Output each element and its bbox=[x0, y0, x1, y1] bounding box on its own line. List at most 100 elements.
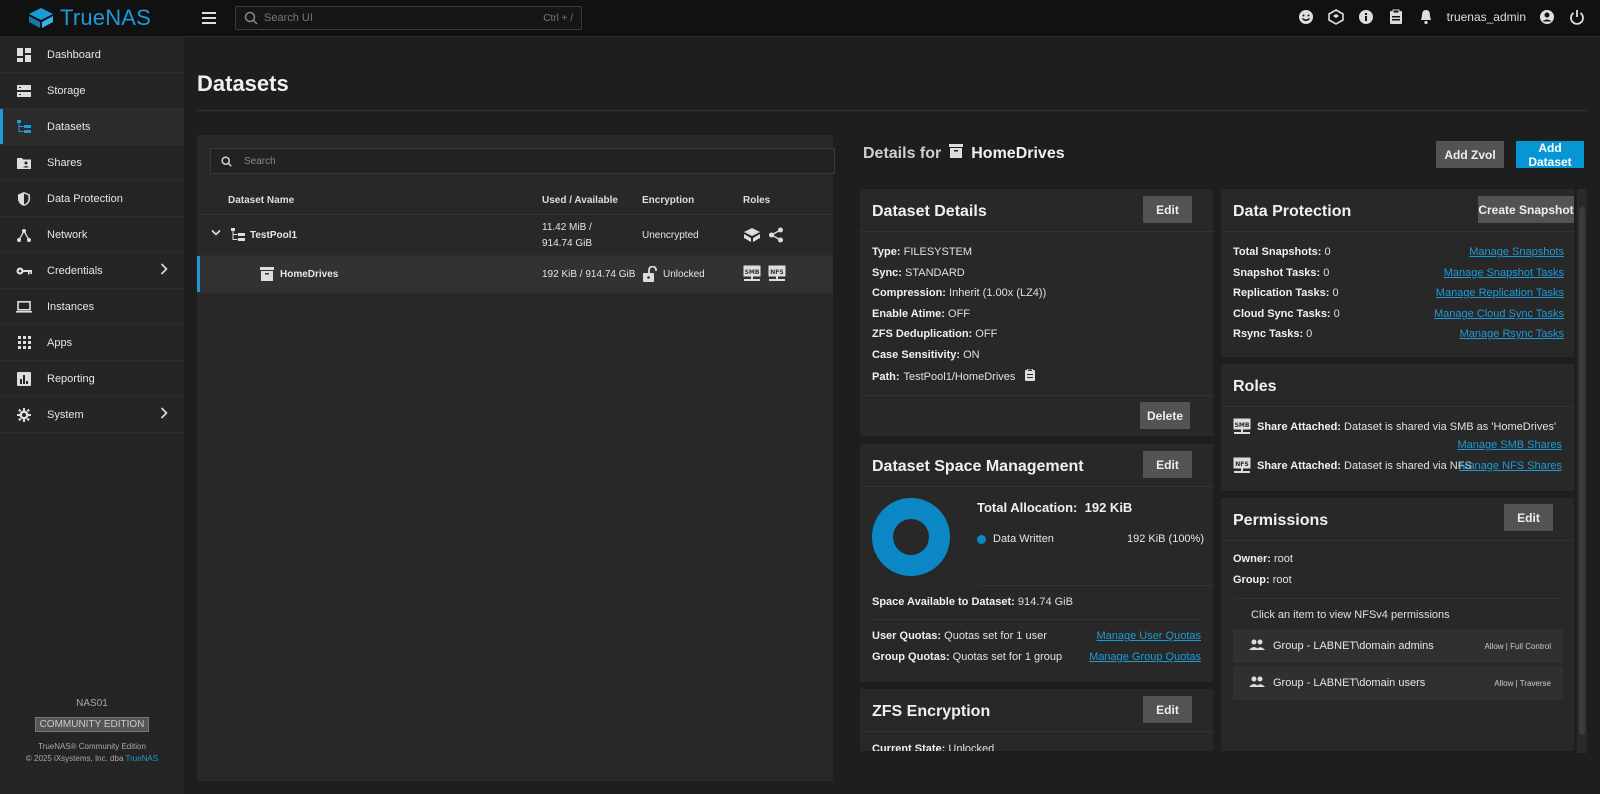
manage-snapshots-link[interactable]: Manage Snapshots bbox=[1469, 246, 1564, 258]
username-label[interactable]: truenas_admin bbox=[1447, 10, 1526, 24]
copy-icon[interactable] bbox=[1025, 368, 1036, 384]
field-label: Case Sensitivity: bbox=[872, 349, 961, 361]
field-label: ZFS Deduplication: bbox=[872, 328, 973, 340]
total-snapshots: Total Snapshots: 0 bbox=[1233, 246, 1331, 258]
divider bbox=[860, 395, 1213, 396]
manage-cloud-sync-tasks-link[interactable]: Manage Cloud Sync Tasks bbox=[1434, 308, 1564, 320]
field-label: Share Attached: bbox=[1257, 460, 1341, 472]
jobs-icon[interactable] bbox=[1387, 8, 1405, 26]
global-search-input[interactable]: Search UI Ctrl + / bbox=[235, 6, 582, 30]
truenas-link[interactable]: TrueNAS bbox=[125, 754, 158, 763]
feedback-icon[interactable] bbox=[1297, 8, 1315, 26]
unlocked-icon bbox=[643, 265, 657, 285]
field-value: Unlocked bbox=[948, 743, 995, 751]
account-icon[interactable] bbox=[1538, 8, 1556, 26]
details-scrollbar[interactable] bbox=[1577, 189, 1587, 753]
truenas-logo[interactable]: TrueNAS bbox=[28, 5, 152, 30]
field-label: Cloud Sync Tasks: bbox=[1233, 308, 1331, 320]
sidebar-item-instances[interactable]: Instances bbox=[0, 289, 184, 325]
chevron-right-icon bbox=[160, 407, 168, 422]
divider bbox=[1221, 406, 1574, 407]
card-title: Dataset Details bbox=[872, 203, 987, 220]
edit-button[interactable]: Edit bbox=[1143, 696, 1192, 723]
logo-text: TrueNAS bbox=[60, 5, 152, 30]
sidebar-item-datasets[interactable]: Datasets bbox=[0, 109, 184, 145]
sidebar-item-label: Apps bbox=[47, 336, 73, 349]
manage-snapshot-tasks-link[interactable]: Manage Snapshot Tasks bbox=[1444, 267, 1564, 279]
dedup-field: ZFS Deduplication: OFF bbox=[872, 328, 997, 340]
dataset-name: HomeDrives bbox=[280, 269, 339, 280]
add-zvol-button[interactable]: Add Zvol bbox=[1436, 141, 1504, 168]
sidebar-item-network[interactable]: Network bbox=[0, 217, 184, 253]
field-value: 0 bbox=[1306, 328, 1313, 340]
field-value: 0 bbox=[1323, 267, 1330, 279]
column-header[interactable]: Dataset Name bbox=[228, 195, 294, 206]
field-value: Dataset is shared via NFS bbox=[1344, 460, 1472, 472]
sidebar-item-data-protection[interactable]: Data Protection bbox=[0, 181, 184, 217]
scrollbar-thumb[interactable] bbox=[1579, 207, 1585, 735]
help-icon[interactable] bbox=[1357, 8, 1375, 26]
create-snapshot-button[interactable]: Create Snapshot bbox=[1478, 196, 1574, 223]
apps-grid-icon bbox=[16, 335, 32, 351]
column-header[interactable]: Used / Available bbox=[542, 195, 618, 206]
chevron-down-icon[interactable] bbox=[211, 229, 221, 240]
dataset-search-input[interactable]: Search bbox=[210, 148, 835, 174]
group-icon bbox=[1249, 676, 1265, 690]
dataset-tree-panel: Search Dataset Name Used / Available Enc… bbox=[197, 135, 835, 781]
sidebar-item-apps[interactable]: Apps bbox=[0, 325, 184, 361]
manage-replication-tasks-link[interactable]: Manage Replication Tasks bbox=[1436, 287, 1564, 299]
field-value: TestPool1/HomeDrives bbox=[903, 370, 1016, 383]
sidebar-item-reporting[interactable]: Reporting bbox=[0, 361, 184, 397]
menu-icon[interactable] bbox=[200, 9, 218, 27]
sidebar-item-system[interactable]: System bbox=[0, 397, 184, 433]
sidebar-item-label: Reporting bbox=[47, 372, 95, 385]
manage-smb-shares-link[interactable]: Manage SMB Shares bbox=[1457, 439, 1562, 451]
edit-button[interactable]: Edit bbox=[1504, 504, 1553, 531]
table-row[interactable]: HomeDrives 192 KiB / 914.74 GiB Unlocked… bbox=[197, 256, 833, 293]
sidebar-item-dashboard[interactable]: Dashboard bbox=[0, 37, 184, 73]
copyright-prefix: © 2025 iXsystems, Inc. dba bbox=[25, 754, 126, 763]
edit-button[interactable]: Edit bbox=[1143, 451, 1192, 478]
manage-user-quotas-link[interactable]: Manage User Quotas bbox=[1096, 630, 1201, 642]
field-value: Inherit (1.00x (LZ4)) bbox=[949, 287, 1047, 299]
legend-label: Data Written bbox=[993, 533, 1054, 545]
card-title: Roles bbox=[1233, 378, 1277, 395]
data-written-slice bbox=[872, 498, 950, 576]
truenas-logo-icon bbox=[29, 8, 53, 28]
svg-text:SMB: SMB bbox=[1235, 422, 1250, 429]
delete-button[interactable]: Delete bbox=[1140, 402, 1190, 429]
acl-entry[interactable]: Group - LABNET\domain admins Allow | Ful… bbox=[1233, 629, 1563, 663]
rsync-tasks: Rsync Tasks: 0 bbox=[1233, 328, 1312, 340]
table-row[interactable]: TestPool1 11.42 MiB / 914.74 GiB Unencry… bbox=[197, 216, 833, 255]
add-dataset-button[interactable]: Add Dataset bbox=[1516, 141, 1584, 169]
group-quotas: Group Quotas: Quotas set for 1 group bbox=[872, 651, 1062, 663]
divider bbox=[1221, 231, 1574, 232]
field-value: 0 bbox=[1324, 246, 1331, 258]
field-value: ON bbox=[963, 349, 980, 361]
roles-card: Roles SMB Share Attached: Dataset is sha… bbox=[1221, 364, 1574, 491]
sidebar-item-storage[interactable]: Storage bbox=[0, 73, 184, 109]
column-header[interactable]: Encryption bbox=[642, 195, 694, 206]
sidebar-item-credentials[interactable]: Credentials bbox=[0, 253, 184, 289]
column-header[interactable]: Roles bbox=[743, 195, 770, 206]
truecommand-icon[interactable] bbox=[1327, 8, 1345, 26]
edit-button[interactable]: Edit bbox=[1143, 196, 1192, 223]
pool-role-icon bbox=[743, 227, 761, 246]
group-icon bbox=[1249, 639, 1265, 653]
main-content: Datasets Search Dataset Name Used / Avai… bbox=[184, 37, 1600, 794]
dataset-details-card: Dataset Details Edit Type: FILESYSTEM Sy… bbox=[860, 189, 1213, 436]
field-value: root bbox=[1273, 553, 1293, 565]
manage-nfs-shares-link[interactable]: Manage NFS Shares bbox=[1459, 460, 1562, 472]
field-label: Rsync Tasks: bbox=[1233, 328, 1304, 340]
power-icon[interactable] bbox=[1568, 8, 1586, 26]
acl-entry[interactable]: Group - LABNET\domain users Allow | Trav… bbox=[1233, 666, 1563, 700]
sidebar-item-label: Dashboard bbox=[47, 48, 101, 61]
field-label: Type: bbox=[872, 246, 901, 258]
manage-rsync-tasks-link[interactable]: Manage Rsync Tasks bbox=[1460, 328, 1564, 340]
sidebar-item-shares[interactable]: Shares bbox=[0, 145, 184, 181]
manage-group-quotas-link[interactable]: Manage Group Quotas bbox=[1089, 651, 1201, 663]
field-label: Group: bbox=[1233, 574, 1270, 586]
divider bbox=[860, 486, 1213, 487]
space-management-card: Dataset Space Management Edit Total Allo… bbox=[860, 444, 1213, 682]
notifications-icon[interactable] bbox=[1417, 8, 1435, 26]
